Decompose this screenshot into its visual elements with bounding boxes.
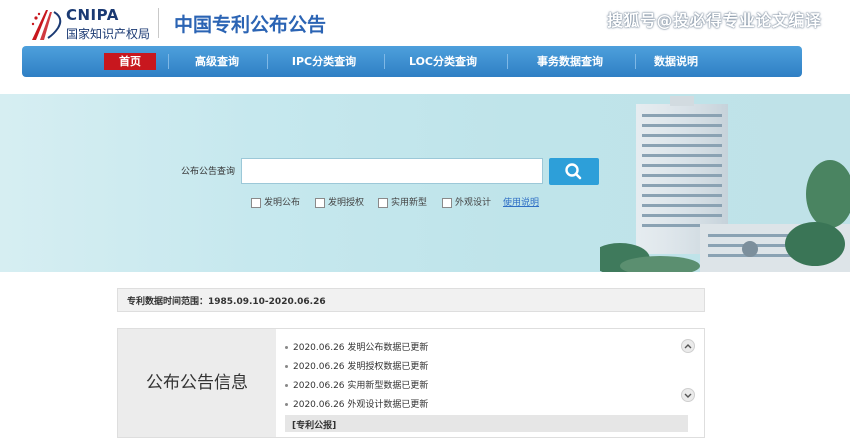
checkbox-icon[interactable] — [378, 197, 388, 208]
option-label: 发明公布 — [264, 198, 301, 208]
notice-panel: 公布公告信息 2020.06.26 发明公布数据已更新 2020.06.26 发… — [117, 328, 705, 438]
list-item[interactable]: 2020.06.26 实用新型数据已更新 — [285, 378, 428, 391]
nav-item-loc-search[interactable]: LOC分类查询 — [402, 46, 484, 77]
watermark: 搜狐号@投必得专业论文编译 — [607, 11, 822, 30]
building-illustration — [600, 96, 850, 272]
header-divider — [158, 8, 159, 38]
logo-english-name: CNIPA — [66, 6, 119, 24]
list-item-text: 2020.06.26 实用新型数据已更新 — [293, 381, 429, 391]
list-item-text: 2020.06.26 外观设计数据已更新 — [293, 400, 429, 410]
site-title: 中国专利公布公告 — [174, 14, 327, 36]
gazette-label: [专利公报] — [292, 421, 337, 431]
option-utility-model[interactable]: 实用新型 — [378, 195, 427, 208]
option-label: 外观设计 — [455, 198, 492, 208]
logo-chinese-name: 国家知识产权局 — [66, 27, 151, 41]
nav-separator — [384, 54, 385, 69]
list-item-text: 2020.06.26 发明授权数据已更新 — [293, 362, 429, 372]
chevron-up-icon — [684, 344, 692, 349]
bullet-icon — [285, 403, 288, 406]
notice-title: 公布公告信息 — [146, 373, 248, 393]
search-button[interactable] — [549, 158, 599, 185]
search-input[interactable] — [241, 158, 543, 184]
notice-panel-header: 公布公告信息 — [118, 329, 276, 437]
search-banner: 公布公告查询 发明公布 发明授权 实用新型 外观设计 使用说明 — [0, 94, 850, 272]
search-icon — [565, 163, 582, 180]
checkbox-icon[interactable] — [315, 197, 325, 208]
option-design[interactable]: 外观设计 — [442, 195, 491, 208]
option-invention-publication[interactable]: 发明公布 — [251, 195, 300, 208]
list-item[interactable]: 2020.06.26 发明公布数据已更新 — [285, 340, 428, 353]
cnipa-logo-icon[interactable] — [28, 8, 64, 42]
list-item[interactable]: 2020.06.26 外观设计数据已更新 — [285, 397, 428, 410]
bullet-icon — [285, 346, 288, 349]
list-item-text: 2020.06.26 发明公布数据已更新 — [293, 343, 429, 353]
nav-item-home[interactable]: 首页 — [104, 53, 156, 70]
nav-separator — [507, 54, 508, 69]
option-label: 实用新型 — [391, 198, 428, 208]
search-label: 公布公告查询 — [181, 167, 236, 177]
scroll-down-button[interactable] — [681, 388, 695, 402]
usage-instructions-link[interactable]: 使用说明 — [503, 195, 539, 208]
nav-item-advanced-search[interactable]: 高级查询 — [182, 46, 252, 77]
nav-separator — [267, 54, 268, 69]
option-label: 发明授权 — [328, 198, 365, 208]
bullet-icon — [285, 365, 288, 368]
chevron-down-icon — [684, 393, 692, 398]
option-invention-grant[interactable]: 发明授权 — [315, 195, 364, 208]
scroll-up-button[interactable] — [681, 339, 695, 353]
nav-item-transaction-search[interactable]: 事务数据查询 — [526, 46, 614, 77]
nav-item-ipc-search[interactable]: IPC分类查询 — [284, 46, 364, 77]
checkbox-icon[interactable] — [442, 197, 452, 208]
data-range-text: 专利数据时间范围：1985.09.10-2020.06.26 — [127, 297, 326, 307]
bullet-icon — [285, 384, 288, 387]
site-header: CNIPA 国家知识产权局 中国专利公布公告 搜狐号@投必得专业论文编译 — [0, 0, 850, 46]
nav-item-data-description[interactable]: 数据说明 — [646, 46, 706, 77]
list-item[interactable]: 2020.06.26 发明授权数据已更新 — [285, 359, 428, 372]
main-nav: 首页 高级查询 IPC分类查询 LOC分类查询 事务数据查询 数据说明 — [22, 46, 802, 77]
nav-separator — [635, 54, 636, 69]
gazette-section-bar[interactable]: [专利公报] — [285, 415, 688, 432]
nav-separator — [168, 54, 169, 69]
checkbox-icon[interactable] — [251, 197, 261, 208]
data-range-bar: 专利数据时间范围：1985.09.10-2020.06.26 — [117, 288, 705, 312]
